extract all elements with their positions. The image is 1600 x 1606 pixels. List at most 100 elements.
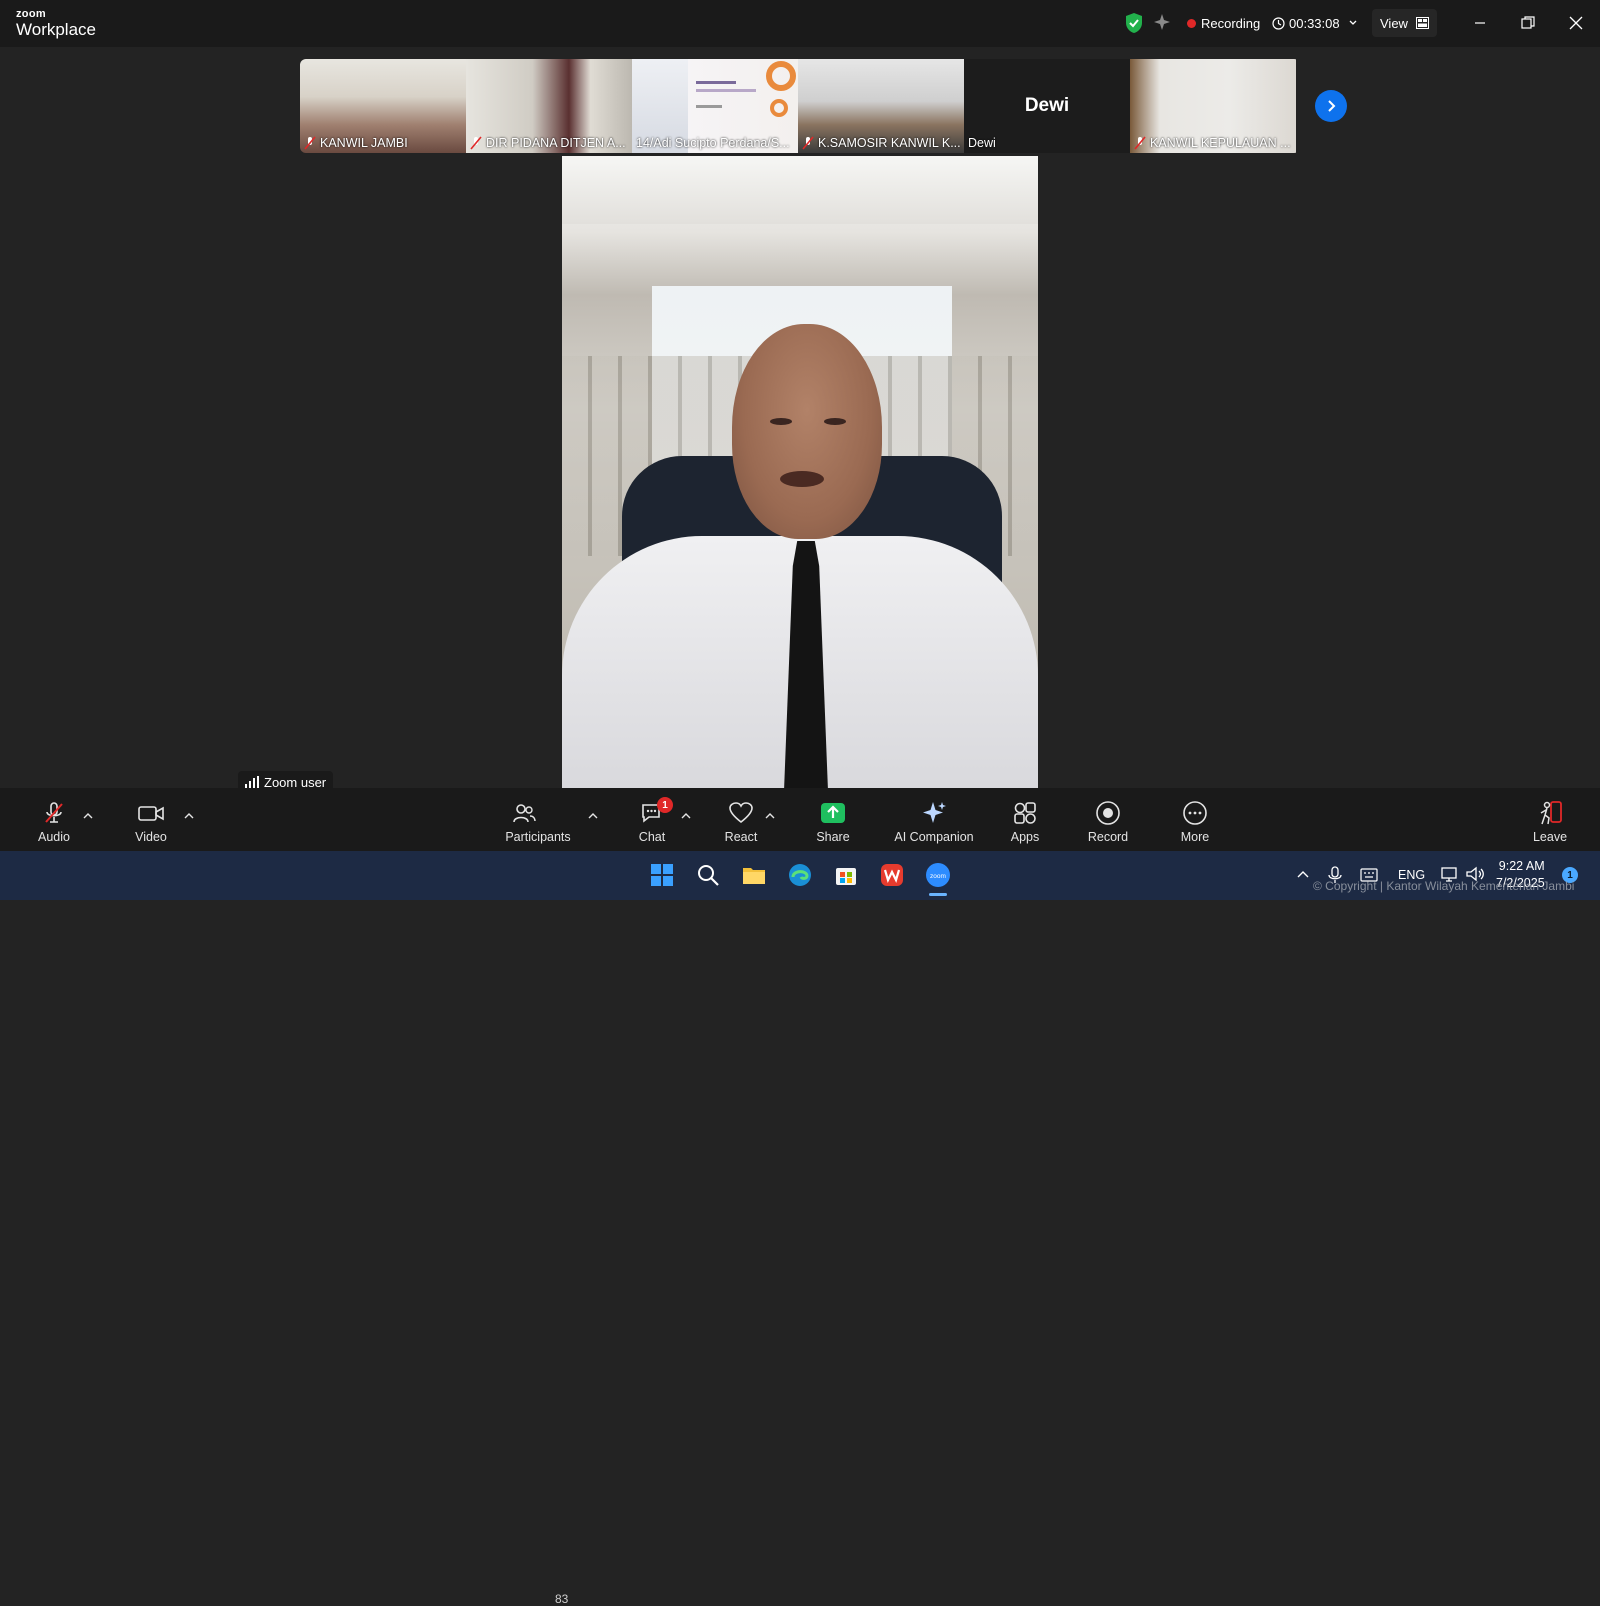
participant-tile[interactable]: KANWIL JAMBI bbox=[300, 59, 466, 153]
participants-icon bbox=[513, 804, 536, 823]
participant-name: KANWIL KEPULAUAN ... bbox=[1150, 136, 1291, 150]
apps-label: Apps bbox=[1010, 830, 1040, 844]
video-speaker-eye bbox=[824, 418, 846, 425]
participant-tile[interactable]: K.SAMOSIR KANWIL K... bbox=[798, 59, 964, 153]
video-speaker-eye bbox=[770, 418, 792, 425]
active-speaker-video[interactable] bbox=[562, 156, 1038, 788]
record-icon bbox=[1096, 801, 1120, 825]
chat-label: Chat bbox=[638, 830, 666, 844]
app-logo: zoom Workplace bbox=[16, 9, 96, 39]
participants-count: 83 bbox=[555, 1592, 569, 1606]
mic-muted-icon bbox=[304, 136, 316, 150]
participant-name: 14/Adi Sucipto Perdana/S... bbox=[636, 136, 790, 150]
ai-companion-button[interactable]: AI Companion bbox=[888, 788, 980, 851]
chevron-up-icon[interactable] bbox=[82, 810, 94, 822]
ai-sparkle-icon bbox=[923, 802, 946, 823]
svg-text:zoom: zoom bbox=[930, 873, 946, 880]
chevron-up-icon[interactable] bbox=[680, 810, 692, 822]
chevron-right-icon bbox=[1328, 100, 1336, 112]
participant-display-name: Dewi bbox=[1024, 95, 1070, 116]
participant-tile[interactable]: DIR PIDANA DITJEN A... bbox=[466, 59, 632, 153]
leave-icon bbox=[1540, 801, 1562, 825]
close-icon[interactable] bbox=[1565, 12, 1587, 34]
participant-label: DIR PIDANA DITJEN A... bbox=[470, 136, 626, 150]
active-app-indicator bbox=[929, 893, 947, 896]
react-button[interactable]: React bbox=[720, 788, 762, 851]
clock-time: 9:22 AM bbox=[1498, 859, 1545, 873]
share-label: Share bbox=[816, 830, 850, 844]
slide-decoration bbox=[770, 99, 788, 117]
apps-icon bbox=[1014, 802, 1036, 824]
leave-button[interactable]: Leave bbox=[1530, 788, 1570, 851]
ai-companion-label: AI Companion bbox=[894, 830, 974, 844]
participant-tile[interactable]: KANWIL KEPULAUAN ... bbox=[1130, 59, 1296, 153]
heart-icon bbox=[729, 802, 753, 824]
audio-label: Audio bbox=[38, 830, 70, 844]
participant-label: K.SAMOSIR KANWIL K... bbox=[802, 136, 961, 150]
minimize-icon[interactable] bbox=[1469, 12, 1491, 34]
restore-icon[interactable] bbox=[1517, 12, 1539, 34]
participant-label: KANWIL KEPULAUAN ... bbox=[1134, 136, 1291, 150]
video-camera-icon bbox=[138, 806, 164, 821]
microsoft-store-icon[interactable] bbox=[833, 862, 859, 888]
audio-button[interactable]: Audio bbox=[34, 788, 74, 851]
participant-label: Dewi bbox=[968, 136, 996, 150]
timer-text: 00:33:08 bbox=[1289, 15, 1340, 31]
record-button[interactable]: Record bbox=[1086, 788, 1130, 851]
recording-dot-icon bbox=[1187, 18, 1196, 28]
react-label: React bbox=[724, 830, 758, 844]
meeting-toolbar: Audio Video Participants 83 Chat React S… bbox=[0, 788, 1600, 1606]
chevron-up-icon[interactable] bbox=[1296, 868, 1310, 882]
video-label: Video bbox=[135, 830, 167, 844]
search-icon[interactable] bbox=[695, 862, 721, 888]
edge-browser-icon[interactable] bbox=[787, 862, 813, 888]
video-speaker-head bbox=[732, 324, 882, 539]
chevron-up-icon[interactable] bbox=[587, 810, 599, 822]
participant-thumbnail-strip: KANWIL JAMBI DIR PIDANA DITJEN A... 14/A… bbox=[300, 59, 1300, 153]
mic-muted-icon bbox=[802, 136, 814, 150]
chevron-up-icon[interactable] bbox=[183, 810, 195, 822]
shield-check-icon[interactable] bbox=[1124, 12, 1144, 34]
participant-label: 14/Adi Sucipto Perdana/S... bbox=[636, 136, 790, 150]
video-button[interactable]: Video bbox=[131, 788, 171, 851]
file-explorer-icon[interactable] bbox=[741, 862, 767, 888]
chat-unread-badge: 1 bbox=[657, 797, 673, 813]
view-label: View bbox=[1380, 15, 1408, 31]
participant-tile[interactable]: Dewi Dewi bbox=[964, 59, 1130, 153]
participants-button[interactable]: Participants bbox=[504, 788, 572, 851]
clock-icon bbox=[1272, 16, 1285, 30]
participant-name: Dewi bbox=[968, 136, 996, 150]
more-button[interactable]: More bbox=[1175, 788, 1215, 851]
participant-tile[interactable]: 14/Adi Sucipto Perdana/S... bbox=[632, 59, 798, 153]
meeting-timer[interactable]: 00:33:08 bbox=[1272, 12, 1362, 34]
copyright-watermark: © Copyright | Kantor Wilayah Kementerian… bbox=[1313, 879, 1575, 893]
mic-muted-icon bbox=[45, 802, 63, 823]
apps-button[interactable]: Apps bbox=[1005, 788, 1045, 851]
participant-name: KANWIL JAMBI bbox=[320, 136, 408, 150]
title-bar: zoom Workplace Recording 00:33:08 View bbox=[0, 0, 1600, 47]
windows-start-icon[interactable] bbox=[649, 862, 675, 888]
wps-office-icon[interactable] bbox=[879, 862, 905, 888]
participant-name: DIR PIDANA DITJEN A... bbox=[486, 136, 626, 150]
participants-label: Participants bbox=[505, 830, 571, 844]
zoom-app-icon[interactable]: zoom bbox=[925, 862, 951, 888]
ai-sparkle-icon[interactable] bbox=[1153, 13, 1171, 31]
participant-label: KANWIL JAMBI bbox=[304, 136, 408, 150]
record-label: Record bbox=[1087, 830, 1129, 844]
logo-big-text: Workplace bbox=[16, 20, 96, 39]
slide-text-line bbox=[696, 89, 756, 92]
chevron-up-icon[interactable] bbox=[764, 810, 776, 822]
recording-indicator[interactable]: Recording bbox=[1187, 12, 1260, 34]
mic-muted-icon bbox=[1134, 136, 1146, 150]
next-page-button[interactable] bbox=[1315, 90, 1347, 122]
chevron-down-icon bbox=[1349, 20, 1357, 25]
view-button[interactable]: View bbox=[1372, 9, 1437, 37]
slide-text-line bbox=[696, 105, 722, 108]
share-button[interactable]: Share bbox=[813, 788, 853, 851]
mic-muted-icon bbox=[470, 136, 482, 150]
leave-label: Leave bbox=[1532, 830, 1568, 844]
video-speaker-mouth bbox=[780, 471, 824, 487]
video-background bbox=[562, 156, 1038, 224]
more-icon bbox=[1183, 801, 1207, 825]
more-label: More bbox=[1180, 830, 1210, 844]
